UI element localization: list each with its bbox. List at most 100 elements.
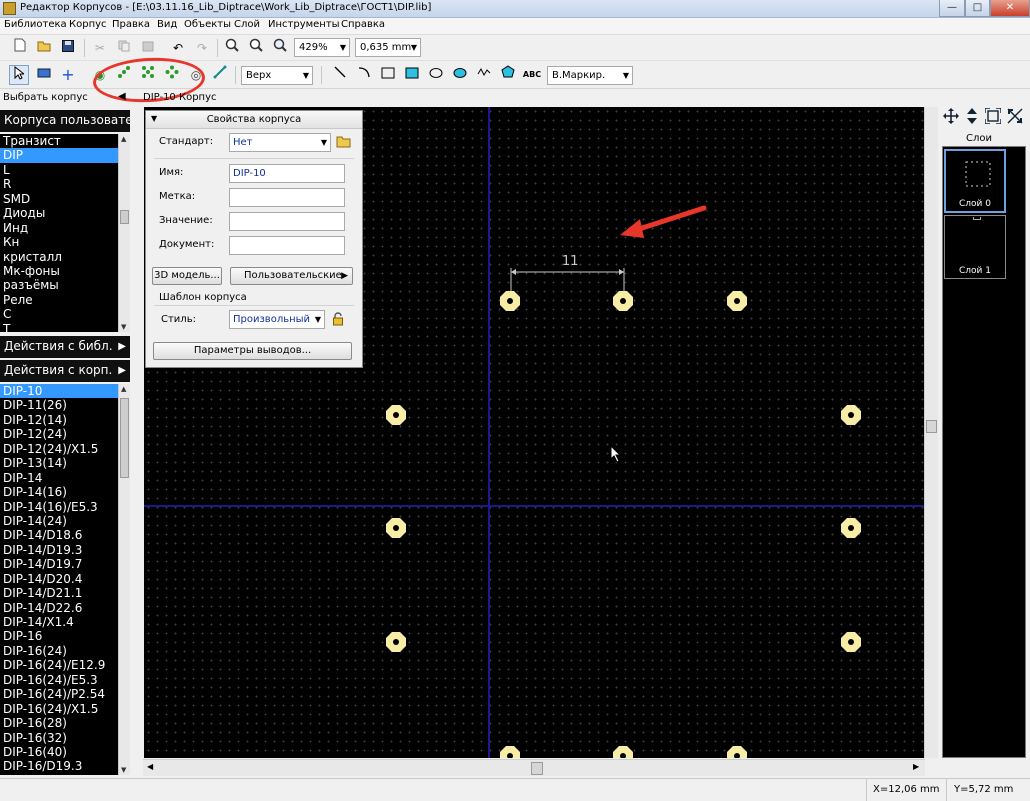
scroll-left-icon[interactable]: ◀	[147, 762, 153, 771]
pad-8[interactable]	[386, 632, 406, 652]
menu-package[interactable]: Корпус	[69, 19, 107, 30]
package-list[interactable]: DIP-10 DIP-11(26) DIP-12(14) DIP-12(24) DIP-…	[0, 384, 130, 775]
group-list-item[interactable]: Мк-фоны	[0, 264, 130, 278]
package-list-item[interactable]: DIP-16/D19.3	[0, 759, 130, 773]
group-list-item[interactable]: Транзист	[0, 134, 130, 148]
rectangle-icon[interactable]	[378, 65, 398, 85]
pad-10[interactable]	[500, 746, 520, 758]
menu-help[interactable]: Справка	[341, 19, 385, 30]
pad-12[interactable]	[727, 746, 747, 758]
properties-title-bar[interactable]: ▼ Свойства корпуса	[146, 111, 362, 129]
zoom-select[interactable]: 429% ▼	[294, 38, 350, 57]
redo-icon[interactable]: ↷	[192, 38, 212, 58]
group-list-item[interactable]: С	[0, 307, 130, 321]
package-list-item[interactable]: DIP-16	[0, 629, 130, 643]
dimension-icon[interactable]	[210, 65, 230, 85]
layer-side-select[interactable]: Верх ▼	[241, 66, 313, 85]
maximize-button[interactable]: □	[965, 0, 990, 17]
package-list-scrollbar[interactable]: ▲ ▼	[118, 384, 130, 775]
package-list-item[interactable]: DIP-16(24)/E12.9	[0, 658, 130, 672]
pad-5[interactable]	[841, 405, 861, 425]
copy-icon[interactable]	[114, 38, 134, 58]
pad-4[interactable]	[386, 405, 406, 425]
layer-0-thumb[interactable]: Слой 0	[944, 149, 1006, 213]
group-list-item[interactable]: R	[0, 177, 130, 191]
collapse-left-icon[interactable]: ◀	[118, 91, 126, 102]
package-list-item[interactable]: DIP-11(26)	[0, 398, 130, 412]
package-list-item[interactable]: DIP-12(14)	[0, 413, 130, 427]
group-list-item[interactable]: Диоды	[0, 206, 130, 220]
polyline-icon[interactable]	[474, 65, 494, 85]
custom-props-button[interactable]: Пользовательские ▶	[230, 267, 353, 285]
package-list-item[interactable]: DIP-14/D19.3	[0, 543, 130, 557]
scroll-up-icon[interactable]: ▲	[121, 385, 126, 393]
scroll-thumb[interactable]	[120, 210, 129, 224]
pad-2[interactable]	[613, 291, 633, 311]
select-pointer-icon[interactable]	[9, 65, 29, 85]
up-down-arrows-icon[interactable]	[963, 108, 981, 126]
pad-3[interactable]	[727, 291, 747, 311]
undo-icon[interactable]: ↶	[168, 38, 188, 58]
package-list-item[interactable]: DIP-16(32)	[0, 731, 130, 745]
menu-view[interactable]: Вид	[157, 19, 177, 30]
zoom-in-icon[interactable]	[222, 38, 242, 58]
group-list-item[interactable]: Реле	[0, 293, 130, 307]
canvas-vertical-scrollbar[interactable]	[924, 107, 938, 758]
filled-ellipse-icon[interactable]	[450, 65, 470, 85]
package-actions-bar[interactable]: Действия с корп. ▶	[0, 360, 130, 382]
close-button[interactable]: ✕	[990, 0, 1030, 17]
name-field[interactable]: DIP-10	[229, 164, 345, 183]
open-folder-icon[interactable]	[336, 134, 352, 151]
package-list-item[interactable]: DIP-14(16)/E5.3	[0, 500, 130, 514]
layer-list[interactable]: Слой 0 Слой 1	[942, 146, 1026, 758]
group-list-item[interactable]: SMD	[0, 192, 130, 206]
package-list-item[interactable]: DIP-14/D21.1	[0, 586, 130, 600]
standard-select[interactable]: Нет ▼	[229, 133, 331, 152]
package-list-item[interactable]: DIP-14(16)	[0, 485, 130, 499]
arc-icon[interactable]	[354, 65, 374, 85]
move-icon[interactable]	[942, 108, 960, 126]
zoom-out-icon[interactable]	[246, 38, 266, 58]
scroll-up-icon[interactable]: ▲	[121, 135, 126, 143]
pad-11[interactable]	[613, 746, 633, 758]
package-list-item[interactable]: DIP-16(24)/X1.5	[0, 702, 130, 716]
mark-field[interactable]	[229, 188, 345, 207]
scroll-down-icon[interactable]: ▼	[121, 766, 126, 774]
minimize-button[interactable]: —	[939, 0, 965, 17]
group-list-item[interactable]: Инд	[0, 221, 130, 235]
cut-icon[interactable]: ✂	[90, 38, 110, 58]
user-packages-header[interactable]: Корпуса пользовате...	[0, 110, 130, 132]
group-list-item[interactable]: Кн	[0, 235, 130, 249]
package-list-item[interactable]: DIP-16(28)	[0, 716, 130, 730]
open-folder-icon[interactable]	[34, 38, 54, 58]
polygon-icon[interactable]	[498, 65, 518, 85]
style-select[interactable]: Произвольный ▼	[229, 310, 325, 329]
canvas-horizontal-scrollbar[interactable]: ◀ ▶	[143, 759, 925, 776]
line-icon[interactable]	[330, 65, 350, 85]
scroll-thumb[interactable]	[531, 762, 543, 775]
paste-icon[interactable]	[138, 38, 158, 58]
text-style-select[interactable]: В.Маркир. ▼	[547, 66, 633, 85]
group-list-item[interactable]: DIP	[0, 148, 130, 163]
value-field[interactable]	[229, 212, 345, 231]
package-list-item[interactable]: DIP-16(40)	[0, 745, 130, 759]
package-list-item[interactable]: DIP-16(24)/E5.3	[0, 673, 130, 687]
origin-plus-icon[interactable]: +	[58, 65, 78, 85]
pad-6[interactable]	[386, 518, 406, 538]
package-list-item[interactable]: DIP-14/D20.4	[0, 572, 130, 586]
pin-params-button[interactable]: Параметры выводов...	[153, 342, 352, 360]
group-list-item[interactable]: Т	[0, 322, 130, 332]
group-list-item[interactable]: кристалл	[0, 250, 130, 264]
expand-icon[interactable]	[1006, 108, 1024, 126]
scroll-down-icon[interactable]: ▼	[121, 323, 126, 331]
package-list-item[interactable]: DIP-14/D18.6	[0, 528, 130, 542]
grid-size-select[interactable]: 0,635 mm ▼	[355, 38, 421, 57]
scroll-thumb[interactable]	[120, 398, 129, 478]
menu-edit[interactable]: Правка	[112, 19, 150, 30]
filled-rectangle-icon[interactable]	[402, 65, 422, 85]
package-list-item[interactable]: DIP-16(24)/P2.54	[0, 687, 130, 701]
pad-1[interactable]	[500, 291, 520, 311]
group-list-item[interactable]: разъёмы	[0, 278, 130, 292]
menu-library[interactable]: Библиотека	[4, 19, 67, 30]
lock-icon[interactable]	[332, 312, 344, 329]
